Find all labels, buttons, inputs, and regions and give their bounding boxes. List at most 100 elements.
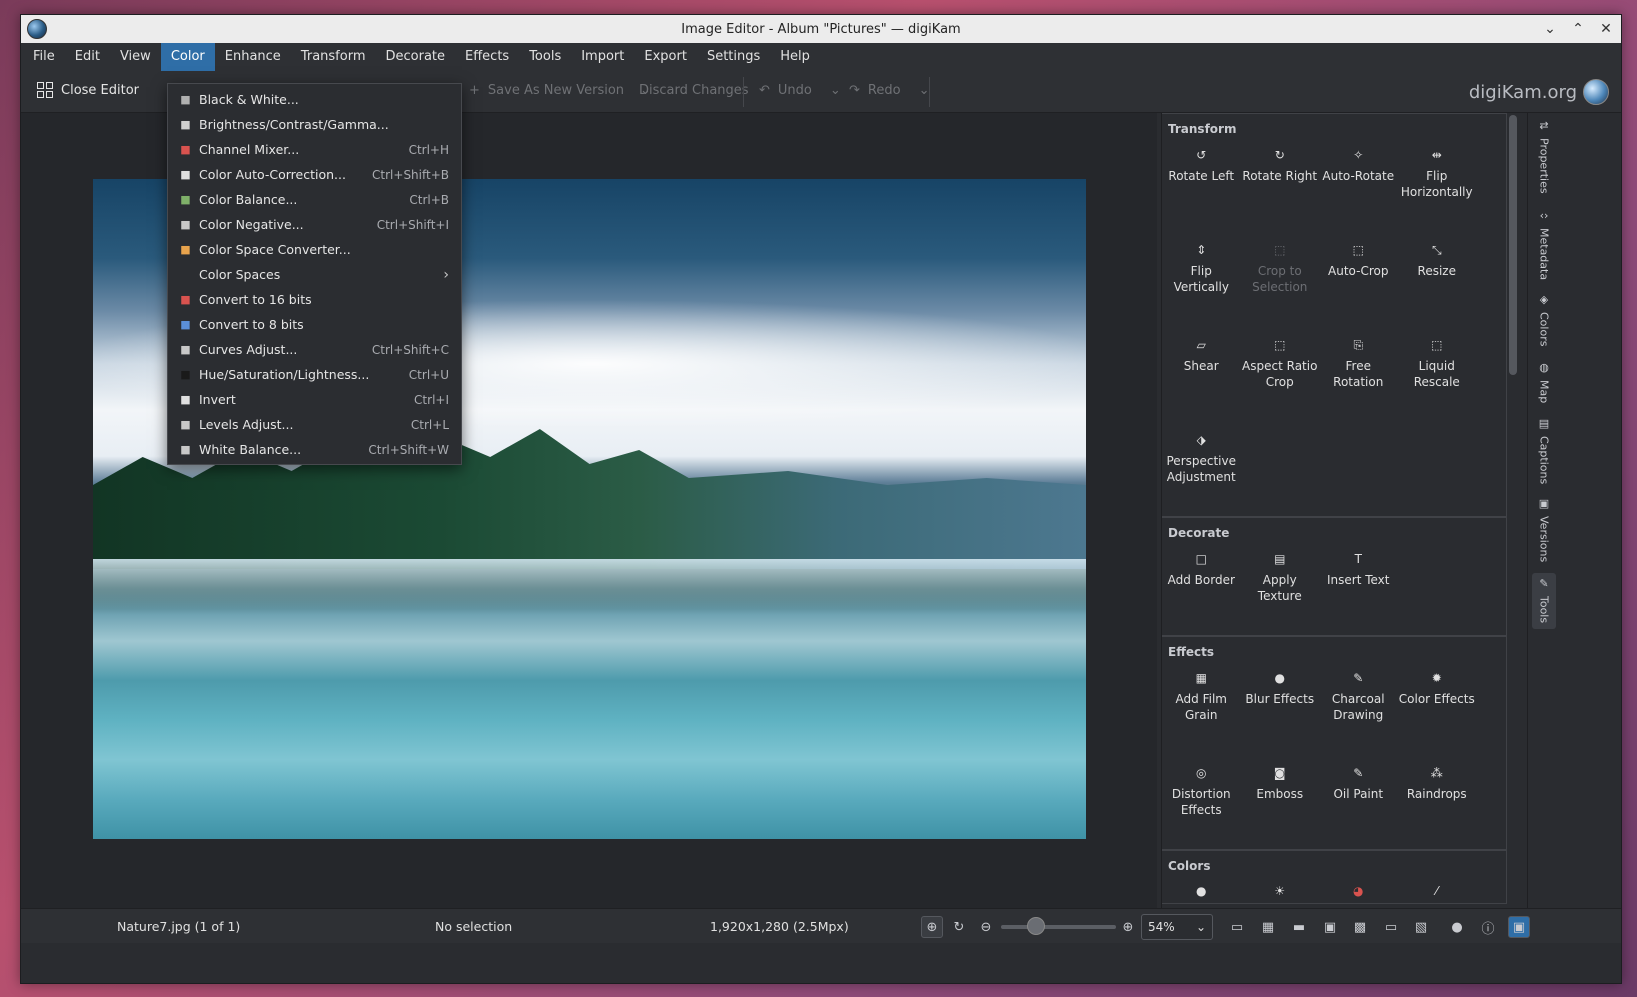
menu-settings[interactable]: Settings [697, 43, 770, 71]
color-menu-item[interactable]: ■ Color Negative... Ctrl+Shift+I [168, 212, 461, 237]
zoom-combo[interactable]: 54% ⌄ [1141, 914, 1213, 940]
tool-button[interactable]: ⬗ Perspective Adjustment [1162, 421, 1241, 516]
menu-edit[interactable]: Edit [65, 43, 110, 71]
redo-button[interactable]: ↷ Redo ⌄ [849, 83, 929, 98]
menu-tools[interactable]: Tools [519, 43, 571, 71]
zoom-slider[interactable] [1001, 925, 1116, 929]
color-menu-item[interactable]: ■ Levels Adjust... Ctrl+L [168, 412, 461, 437]
tool-button[interactable]: ⁄ [1398, 873, 1477, 903]
menu-item-label: Color Auto-Correction... [199, 167, 346, 182]
tool-button[interactable]: ◕ [1319, 873, 1398, 903]
tool-button[interactable]: ◙ Emboss [1241, 754, 1320, 849]
menu-item-shortcut: Ctrl+I [414, 392, 449, 407]
window-controls: ⌄ ⌃ ✕ [1543, 15, 1613, 43]
tool-button[interactable]: ⬚ Crop to Selection [1241, 231, 1320, 326]
color-menu-item[interactable]: ■ Convert to 16 bits [168, 287, 461, 312]
panel-scrollbar[interactable] [1509, 115, 1517, 375]
menu-enhance[interactable]: Enhance [215, 43, 291, 71]
menu-file[interactable]: File [23, 43, 65, 71]
tool-button[interactable]: ● Blur Effects [1241, 659, 1320, 754]
zoom-slider-handle[interactable] [1026, 917, 1045, 935]
menu-help[interactable]: Help [770, 43, 820, 71]
close-editor-button[interactable]: Close Editor [37, 82, 139, 98]
tool-button[interactable]: ✎ Charcoal Drawing [1319, 659, 1398, 754]
zoom-in-icon[interactable]: ⊕ [1117, 916, 1139, 938]
tool-button[interactable]: ✎ Oil Paint [1319, 754, 1398, 849]
menu-transform[interactable]: Transform [291, 43, 376, 71]
view-mode-4-icon[interactable]: ▣ [1319, 916, 1341, 938]
tool-label: Add Film Grain [1175, 692, 1227, 722]
tool-button[interactable]: ⇕ Flip Vertically [1162, 231, 1241, 326]
tool-button[interactable]: ◎ Distortion Effects [1162, 754, 1241, 849]
menu-color[interactable]: Color [160, 43, 215, 71]
tab-versions[interactable]: ▣ Versions [1532, 497, 1556, 562]
chevron-down-icon[interactable]: ⌄ [830, 83, 841, 98]
globe-icon: ◍ [1539, 361, 1549, 374]
tool-button[interactable]: ▦ Add Film Grain [1162, 659, 1241, 754]
tool-button[interactable]: ⁂ Raindrops [1398, 754, 1477, 849]
title-bar: Image Editor - Album "Pictures" — digiKa… [21, 15, 1621, 43]
color-menu-item[interactable]: ■ Curves Adjust... Ctrl+Shift+C [168, 337, 461, 362]
discard-changes-button[interactable]: Discard Changes [639, 83, 749, 98]
color-menu-item[interactable]: ■ White Balance... Ctrl+Shift+W [168, 437, 461, 462]
tool-button[interactable]: ⬚ Auto-Crop [1319, 231, 1398, 326]
view-mode-2-icon[interactable]: ▦ [1257, 916, 1279, 938]
tool-button[interactable]: ⬚ Aspect Ratio Crop [1241, 326, 1320, 421]
tool-button[interactable]: ▤ Apply Texture [1241, 540, 1320, 635]
info-icon[interactable]: ● [1446, 916, 1468, 938]
tool-button[interactable]: ↺ Rotate Left [1162, 136, 1241, 231]
menu-effects[interactable]: Effects [455, 43, 519, 71]
zoom-reset-icon[interactable]: ↻ [948, 916, 970, 938]
color-menu-item[interactable]: ■ Invert Ctrl+I [168, 387, 461, 412]
color-menu-item[interactable]: ■ Color Balance... Ctrl+B [168, 187, 461, 212]
color-menu-item[interactable]: ■ Convert to 8 bits [168, 312, 461, 337]
digikam-app-icon [27, 19, 47, 39]
chevron-down-icon[interactable]: ⌄ [919, 83, 930, 98]
zoom-fit-icon[interactable]: ⊕ [921, 916, 943, 938]
tool-button[interactable]: ⇹ Flip Horizontally [1398, 136, 1477, 231]
tool-button[interactable]: ⎘ Free Rotation [1319, 326, 1398, 421]
color-menu-item[interactable]: ■ Hue/Saturation/Lightness... Ctrl+U [168, 362, 461, 387]
versions-icon: ▣ [1538, 497, 1550, 510]
view-mode-1-icon[interactable]: ▭ [1226, 916, 1248, 938]
view-mode-5-icon[interactable]: ▩ [1349, 916, 1371, 938]
menu-decorate[interactable]: Decorate [375, 43, 455, 71]
tool-button[interactable]: ✧ Auto-Rotate [1319, 136, 1398, 231]
tool-button[interactable]: □ Add Border [1162, 540, 1241, 635]
tool-button[interactable]: ▱ Shear [1162, 326, 1241, 421]
view-mode-3-icon[interactable]: ▬ [1288, 916, 1310, 938]
section-transform: Transform ↺ Rotate Left ↻ Rotate Right ✧ Auto… [1162, 113, 1507, 517]
tab-properties[interactable]: ⇄ Properties [1532, 119, 1556, 194]
zoom-out-icon[interactable]: ⊖ [975, 916, 997, 938]
tab-tools[interactable]: ✎ Tools [1532, 573, 1556, 629]
color-menu-item[interactable]: ■ Color Space Converter... [168, 237, 461, 262]
tool-button[interactable]: ✹ Color Effects [1398, 659, 1477, 754]
info-outline-icon[interactable]: ⓘ [1477, 916, 1499, 938]
tool-button[interactable]: ● [1162, 873, 1241, 903]
menu-export[interactable]: Export [634, 43, 697, 71]
color-menu-item[interactable]: Color Spaces › [168, 262, 461, 287]
view-mode-6-icon[interactable]: ▭ [1380, 916, 1402, 938]
color-menu-item[interactable]: ■ Brightness/Contrast/Gamma... [168, 112, 461, 137]
tab-captions[interactable]: ▤ Captions [1532, 417, 1556, 484]
tool-button[interactable]: ⤡ Resize [1398, 231, 1477, 326]
color-menu-item[interactable]: ■ Black & White... [168, 87, 461, 112]
close-icon[interactable]: ✕ [1599, 21, 1613, 37]
tab-map[interactable]: ◍ Map [1532, 361, 1556, 403]
tool-button[interactable]: T Insert Text [1319, 540, 1398, 635]
menu-view[interactable]: View [110, 43, 161, 71]
maximize-icon[interactable]: ⌃ [1571, 21, 1585, 37]
color-menu-item[interactable]: ■ Color Auto-Correction... Ctrl+Shift+B [168, 162, 461, 187]
view-mode-7-icon[interactable]: ▧ [1410, 916, 1432, 938]
tool-button[interactable]: ☀ [1241, 873, 1320, 903]
save-new-version-button[interactable]: + Save As New Version ⌄ [469, 83, 651, 98]
tool-button[interactable]: ⬚ Liquid Rescale [1398, 326, 1477, 421]
minimize-icon[interactable]: ⌄ [1543, 21, 1557, 37]
tool-button[interactable]: ↻ Rotate Right [1241, 136, 1320, 231]
undo-button[interactable]: ↶ Undo ⌄ [759, 83, 841, 98]
tab-metadata[interactable]: ‹› Metadata [1532, 209, 1556, 280]
color-menu-item[interactable]: ■ Channel Mixer... Ctrl+H [168, 137, 461, 162]
tab-colors[interactable]: ◈ Colors [1532, 293, 1556, 346]
menu-import[interactable]: Import [571, 43, 634, 71]
display-icon[interactable]: ▣ [1508, 916, 1530, 938]
